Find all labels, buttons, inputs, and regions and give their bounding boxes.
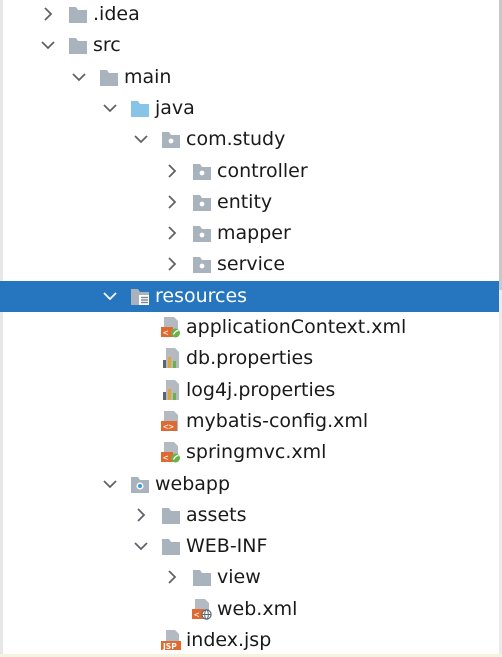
tree-node-label: db.properties	[186, 347, 314, 370]
folder-icon	[160, 504, 182, 526]
tree-node-mapper[interactable]: mapper	[0, 218, 502, 249]
tree-node-main[interactable]: main	[0, 62, 502, 93]
properties-icon	[160, 379, 182, 401]
folder-icon	[98, 66, 120, 88]
tree-node-springmvc-xml[interactable]: < springmvc.xml	[0, 437, 502, 468]
tree-node-applicationcontext-xml[interactable]: < applicationContext.xml	[0, 312, 502, 343]
tree-node-label: com.study	[186, 128, 286, 151]
tree-node-src[interactable]: src	[0, 30, 502, 61]
chevron-right-icon[interactable]	[162, 223, 182, 243]
tree-node-label: entity	[217, 190, 273, 213]
folder-icon	[67, 3, 89, 25]
tree-node-label: web.xml	[217, 597, 298, 620]
tree-node-web-inf[interactable]: WEB-INF	[0, 531, 502, 562]
svg-text:<: <	[163, 454, 169, 464]
tree-node-label: view	[217, 566, 261, 589]
svg-text:<: <	[163, 329, 169, 339]
tree-node-index-jsp[interactable]: JSP index.jsp	[0, 625, 502, 656]
tree-node-label: log4j.properties	[186, 378, 336, 401]
tree-node-db-properties[interactable]: db.properties	[0, 343, 502, 374]
chevron-right-icon[interactable]	[162, 161, 182, 181]
properties-icon	[160, 347, 182, 369]
svg-text:JSP: JSP	[162, 642, 177, 651]
tree-node-entity[interactable]: entity	[0, 187, 502, 218]
tree-node-label: assets	[186, 503, 247, 526]
source-folder-icon	[129, 97, 151, 119]
chevron-right-icon[interactable]	[162, 254, 182, 274]
tree-node-label: main	[124, 65, 172, 88]
chevron-right-icon[interactable]	[131, 505, 151, 525]
tree-node-label: mapper	[217, 222, 291, 245]
chevron-down-icon[interactable]	[69, 67, 89, 87]
chevron-down-icon[interactable]	[131, 129, 151, 149]
tree-node-webapp[interactable]: webapp	[0, 469, 502, 500]
tree-node-label: applicationContext.xml	[186, 316, 407, 338]
tree-node-log4j-properties[interactable]: log4j.properties	[0, 375, 502, 406]
tree-node-label: .idea	[93, 3, 140, 25]
package-icon	[191, 222, 213, 244]
tree-node-view[interactable]: view	[0, 562, 502, 593]
tree-node-label: springmvc.xml	[186, 441, 327, 464]
chevron-down-icon[interactable]	[100, 286, 120, 306]
svg-text:<>: <>	[163, 422, 174, 432]
tree-node-assets[interactable]: assets	[0, 500, 502, 531]
chevron-right-icon[interactable]	[162, 192, 182, 212]
folder-icon	[160, 535, 182, 557]
chevron-down-icon[interactable]	[100, 474, 120, 494]
tree-node-label: WEB-INF	[186, 535, 268, 558]
tree-node-label: controller	[217, 159, 308, 182]
chevron-right-icon[interactable]	[38, 4, 58, 24]
tree-node-label: java	[155, 96, 195, 119]
tree-node-label: service	[217, 253, 286, 276]
tree-node-idea[interactable]: .idea	[0, 0, 502, 30]
tree-node-controller[interactable]: controller	[0, 156, 502, 187]
chevron-down-icon[interactable]	[131, 536, 151, 556]
package-icon	[191, 253, 213, 275]
web-xml-icon: <	[191, 598, 213, 620]
tree-node-label: index.jsp	[186, 629, 272, 651]
jsp-icon: JSP	[160, 629, 182, 651]
web-folder-icon	[129, 473, 151, 495]
tree-node-label: mybatis-config.xml	[186, 409, 369, 432]
package-icon	[160, 128, 182, 150]
svg-text:<: <	[194, 610, 200, 620]
tree-node-label: resources	[155, 284, 248, 307]
tree-node-service[interactable]: service	[0, 249, 502, 280]
tree-node-mybatis-config-xml[interactable]: <> mybatis-config.xml	[0, 406, 502, 437]
tree-node-web-xml[interactable]: < web.xml	[0, 594, 502, 625]
tree-node-label: src	[93, 34, 121, 57]
package-icon	[191, 191, 213, 213]
resources-folder-icon	[129, 285, 151, 307]
folder-icon	[67, 34, 89, 56]
chevron-right-icon[interactable]	[162, 567, 182, 587]
tree-node-resources[interactable]: resources	[0, 280, 502, 312]
tree-node-label: webapp	[155, 472, 231, 495]
tree-node-com-study[interactable]: com.study	[0, 124, 502, 155]
package-icon	[191, 160, 213, 182]
spring-xml-icon: <	[160, 316, 182, 339]
tree-node-java[interactable]: java	[0, 93, 502, 124]
chevron-down-icon[interactable]	[100, 98, 120, 118]
chevron-down-icon[interactable]	[38, 35, 58, 55]
folder-icon	[191, 566, 213, 588]
spring-xml-icon: <	[160, 441, 182, 464]
xml-icon: <>	[160, 410, 182, 432]
